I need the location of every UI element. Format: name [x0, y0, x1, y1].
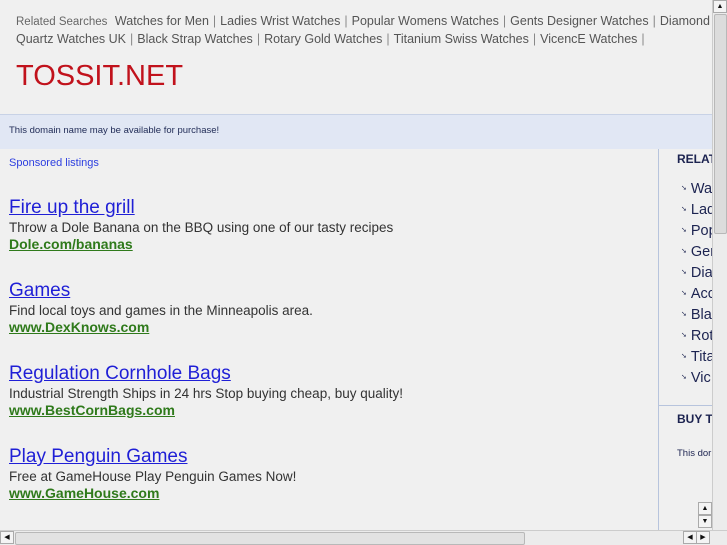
ad-url-link[interactable]: www.DexKnows.com: [9, 319, 313, 336]
sidebar-related-item[interactable]: ➘ Wa: [681, 179, 712, 200]
related-search-link[interactable]: Rotary Gold Watches: [264, 32, 382, 46]
sidebar-related-item[interactable]: ➘ Tita: [681, 347, 712, 368]
inner-scroll-down-button[interactable]: ▼: [698, 515, 712, 528]
separator: |: [386, 32, 390, 46]
ad-url-link[interactable]: Dole.com/bananas: [9, 236, 393, 253]
related-search-link[interactable]: Gents Designer Watches: [510, 14, 648, 28]
separator: |: [344, 14, 348, 28]
separator: |: [212, 14, 217, 28]
ad-description: Industrial Strength Ships in 24 hrs Stop…: [9, 386, 403, 401]
sidebar-item-label: Vic: [690, 370, 711, 387]
sidebar-item-label: Pop: [690, 223, 712, 240]
sidebar-related-item[interactable]: ➘ Acc: [681, 284, 712, 305]
site-logo: TOSSIT.NET: [16, 60, 184, 92]
sidebar-item-label: Dia: [690, 265, 712, 282]
ad-description: Throw a Dole Banana on the BBQ using one…: [9, 220, 394, 235]
domain-notice: This domain name may be available for pu…: [0, 114, 712, 149]
related-search-link[interactable]: Popular Womens Watches: [352, 14, 499, 28]
separator: |: [256, 32, 261, 46]
sidebar-item-label: Bla: [690, 307, 712, 324]
separator: |: [502, 14, 507, 28]
sidebar-related-item[interactable]: ➘ Dia: [681, 263, 712, 284]
related-search-link[interactable]: Black Strap Watches: [137, 32, 253, 46]
sidebar-item-label: Rot: [690, 328, 712, 345]
sidebar-divider: [659, 405, 712, 406]
related-search-link[interactable]: Ladies Wrist Watches: [220, 14, 340, 28]
sidebar-item-label: Acc: [690, 286, 712, 303]
horizontal-scroll-thumb[interactable]: [15, 532, 525, 545]
ad-listing: Play Penguin Games Free at GameHouse Play…: [9, 446, 296, 502]
related-search-link[interactable]: VicencE Watches: [540, 32, 637, 46]
arrow-icon: ➘: [681, 227, 687, 235]
vertical-scroll-thumb[interactable]: [714, 14, 727, 234]
sidebar-related-title: RELAT: [677, 152, 712, 166]
ad-url-link[interactable]: www.GameHouse.com: [9, 485, 296, 502]
related-search-link[interactable]: Titanium Swiss Watches: [394, 32, 529, 46]
separator: |: [532, 32, 537, 46]
ad-description: Free at GameHouse Play Penguin Games Now…: [9, 469, 297, 484]
sidebar-item-label: Lad: [690, 202, 712, 219]
scroll-up-button[interactable]: ▲: [713, 0, 727, 13]
sidebar-related-item[interactable]: ➘ Lad: [681, 200, 712, 221]
ad-listing: Games Find local toys and games in the Mi…: [9, 280, 313, 336]
scroll-left-button-2[interactable]: ◀: [683, 531, 697, 544]
ad-title-link[interactable]: Regulation Cornhole Bags: [9, 363, 403, 385]
sidebar-related-item[interactable]: ➘Ger: [681, 242, 712, 263]
separator: |: [130, 32, 134, 46]
sidebar-related-item[interactable]: ➘ Rot: [681, 326, 712, 347]
ad-description: Find local toys and games in the Minneap…: [9, 303, 313, 318]
sidebar-item-label: Tita: [690, 349, 712, 366]
sidebar-buy-text: This dor: [677, 448, 712, 459]
sidebar-item-label: Ger: [690, 244, 712, 261]
separator: |: [652, 14, 656, 28]
sidebar-related-item[interactable]: ➘ Bla: [681, 305, 712, 326]
ad-title-link[interactable]: Play Penguin Games: [9, 446, 296, 468]
arrow-icon: ➘: [681, 374, 687, 382]
scroll-right-button[interactable]: ▶: [696, 531, 710, 544]
arrow-icon: ➘: [681, 311, 687, 319]
ad-url-link[interactable]: www.BestCornBags.com: [9, 402, 403, 419]
arrow-icon: ➘: [681, 332, 687, 340]
sidebar-buy-title: BUY T: [677, 412, 712, 426]
horizontal-scrollbar[interactable]: ◀ ◀ ▶: [0, 530, 727, 545]
sidebar-item-label: Wa: [690, 181, 712, 198]
vertical-scrollbar[interactable]: ▲: [712, 0, 727, 530]
ad-title-link[interactable]: Fire up the grill: [9, 197, 393, 219]
related-search-link[interactable]: Watches for Men: [115, 14, 209, 28]
ad-title-link[interactable]: Games: [9, 280, 313, 302]
page-viewport: Related Searches Watches for Men | Ladies …: [0, 0, 712, 530]
sponsored-listings-label[interactable]: Sponsored listings: [9, 157, 99, 169]
arrow-icon: ➘: [681, 248, 687, 256]
arrow-icon: ➘: [681, 290, 687, 298]
inner-scroll-up-button[interactable]: ▲: [698, 502, 712, 515]
sidebar-related-item[interactable]: ➘ Vic: [681, 368, 712, 389]
separator: |: [641, 32, 645, 46]
sidebar: RELAT ➘Wa➘Lad➘Pop➘Ger➘Dia➘Acc➘Bla➘Rot➘Ti…: [658, 149, 712, 530]
ad-listing: Regulation Cornhole Bags Industrial Stren…: [9, 363, 403, 419]
related-searches-label: Related Searches: [16, 16, 108, 28]
sponsored-listings: Sponsored listings Fire up the grill Thro…: [0, 149, 658, 530]
arrow-icon: ➘: [681, 353, 687, 361]
ad-listing: Fire up the grill Throw a Dole Banana on …: [9, 197, 393, 253]
sidebar-related-item[interactable]: ➘Pop: [681, 221, 712, 242]
related-searches: Related Searches Watches for Men | Ladies …: [16, 13, 712, 48]
arrow-icon: ➘: [681, 206, 687, 214]
sidebar-related-list: ➘Wa➘Lad➘Pop➘Ger➘Dia➘Acc➘Bla➘Rot➘Tita➘Vic: [681, 179, 712, 389]
arrow-icon: ➘: [681, 269, 687, 277]
arrow-icon: ➘: [681, 185, 687, 192]
scroll-left-button[interactable]: ◀: [0, 531, 14, 544]
